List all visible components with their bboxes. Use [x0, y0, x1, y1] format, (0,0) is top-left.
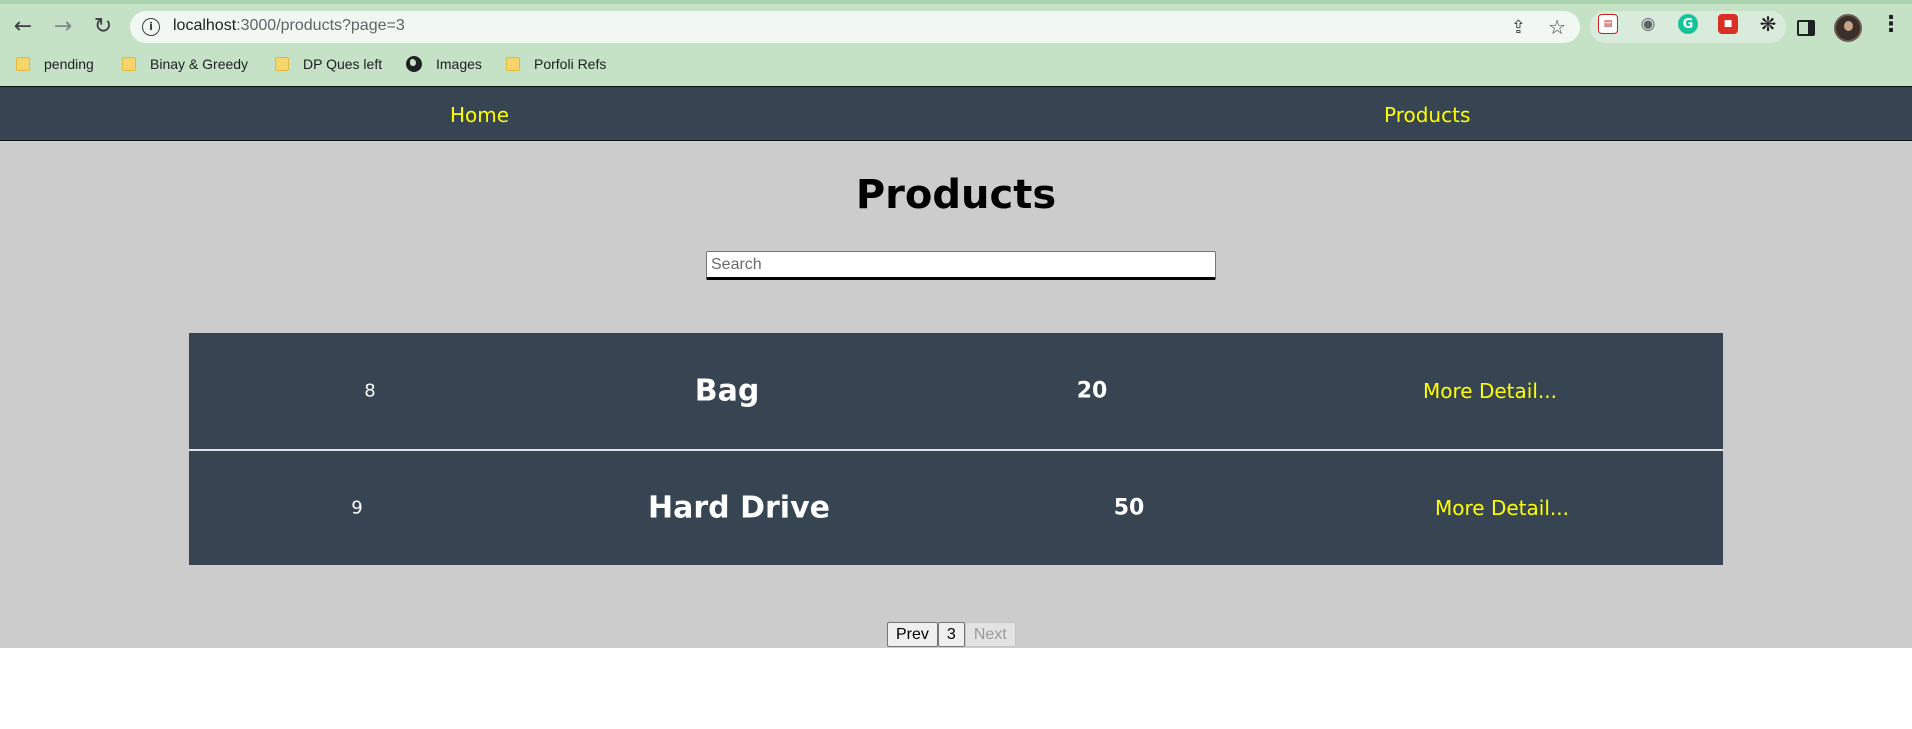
product-id: 9 — [351, 497, 363, 519]
grammarly-icon[interactable]: G — [1678, 14, 1698, 34]
bookmark-label: pending — [44, 56, 94, 72]
address-bar[interactable]: i localhost:3000/products?page=3 ⇪ ☆ — [130, 11, 1580, 43]
product-row: 9 Hard Drive 50 More Detail... — [189, 449, 1723, 565]
folder-icon — [275, 57, 289, 71]
product-quantity: 50 — [1113, 495, 1145, 521]
site-info-icon[interactable]: i — [142, 18, 160, 36]
search-input[interactable] — [706, 251, 1216, 280]
nav-products-link[interactable]: Products — [1384, 103, 1470, 127]
folder-icon — [506, 57, 520, 71]
bookmark-label: Images — [436, 56, 482, 72]
bookmark-label: Binay & Greedy — [150, 56, 249, 72]
url-path: :3000/products?page=3 — [236, 17, 405, 34]
puzzle-icon[interactable]: ❋ — [1758, 12, 1778, 36]
globe-icon — [406, 56, 422, 72]
more-detail-link[interactable]: More Detail... — [1423, 379, 1557, 403]
bookmark-porfoli-refs[interactable]: Porfoli Refs — [506, 56, 606, 72]
camera-icon[interactable]: ◉ — [1638, 14, 1658, 34]
profile-avatar[interactable] — [1834, 14, 1862, 42]
bookmark-star-icon[interactable]: ☆ — [1548, 15, 1566, 39]
product-quantity: 20 — [1076, 378, 1108, 404]
page-title: Products — [855, 172, 1057, 218]
url-host: localhost — [173, 17, 237, 34]
menu-kebab-icon[interactable]: ⋮ — [1880, 14, 1902, 36]
url-text[interactable]: localhost:3000/products?page=3 — [173, 17, 405, 35]
forward-arrow-icon[interactable]: → — [48, 12, 78, 42]
pagination: Prev 3 Next — [887, 622, 1016, 647]
product-list: 8 Bag 20 More Detail... 9 Hard Drive 50 … — [189, 333, 1723, 565]
browser-toolbar: ← → ↻ i localhost:3000/products?page=3 ⇪… — [0, 8, 1912, 46]
pdf-tool-icon[interactable]: ■ — [1718, 14, 1738, 34]
pdf-extension-icon[interactable]: ▤ — [1598, 14, 1618, 34]
product-id: 8 — [364, 380, 376, 402]
next-button[interactable]: Next — [964, 622, 1016, 647]
product-row: 8 Bag 20 More Detail... — [189, 333, 1723, 449]
bookmark-images[interactable]: Images — [406, 56, 482, 72]
top-navbar: Home Products — [0, 86, 1912, 141]
more-detail-link[interactable]: More Detail... — [1435, 496, 1569, 520]
nav-home-link[interactable]: Home — [450, 103, 509, 127]
back-arrow-icon[interactable]: ← — [8, 12, 38, 42]
product-name: Bag — [694, 373, 760, 409]
bookmark-binay-greedy[interactable]: Binay & Greedy — [122, 56, 248, 72]
browser-chrome: ← → ↻ i localhost:3000/products?page=3 ⇪… — [0, 0, 1912, 86]
folder-icon — [16, 57, 30, 71]
current-page-button[interactable]: 3 — [937, 622, 965, 647]
folder-icon — [122, 57, 136, 71]
bookmark-label: DP Ques left — [303, 56, 383, 72]
bookmarks-bar: pending Binay & Greedy DP Ques left Imag… — [0, 52, 1912, 80]
bookmark-pending[interactable]: pending — [16, 56, 94, 72]
bookmark-label: Porfoli Refs — [534, 56, 607, 72]
bookmark-dp-ques-left[interactable]: DP Ques left — [275, 56, 382, 72]
prev-button[interactable]: Prev — [887, 622, 938, 647]
page-body: Home Products Products 8 Bag 20 More Det… — [0, 86, 1912, 648]
share-icon[interactable]: ⇪ — [1511, 17, 1526, 38]
reload-icon[interactable]: ↻ — [88, 12, 118, 42]
side-panel-icon[interactable] — [1797, 20, 1815, 36]
product-name: Hard Drive — [648, 490, 830, 526]
